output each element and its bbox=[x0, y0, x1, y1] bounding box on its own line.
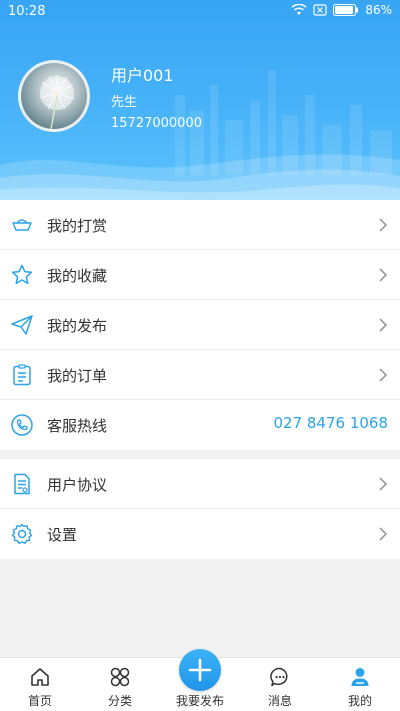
menu-item-label: 客服热线 bbox=[47, 417, 108, 435]
menu-group-secondary: 用户协议 设置 bbox=[0, 459, 400, 559]
battery-icon bbox=[333, 4, 359, 16]
status-time: 10:28 bbox=[8, 4, 46, 19]
chat-bubble-icon bbox=[270, 667, 288, 687]
grid-icon bbox=[110, 667, 130, 687]
tab-home[interactable]: 首页 bbox=[0, 658, 80, 711]
no-sim-icon bbox=[313, 4, 327, 16]
user-icon bbox=[351, 668, 369, 686]
chevron-right-icon bbox=[379, 368, 388, 382]
tab-messages[interactable]: 消息 bbox=[240, 658, 320, 711]
home-icon bbox=[31, 668, 49, 686]
tab-label: 首页 bbox=[27, 694, 52, 708]
battery-percentage: 86% bbox=[365, 3, 392, 17]
user-phone: 15727000000 bbox=[111, 116, 202, 131]
menu-item-posts[interactable]: 我的发布 bbox=[0, 300, 400, 350]
gear-icon bbox=[11, 523, 33, 544]
tab-category[interactable]: 分类 bbox=[80, 658, 160, 711]
tab-mine[interactable]: 我的 bbox=[320, 658, 400, 711]
profile-header: 10:28 86% 用户001 先生 15727000000 bbox=[0, 0, 400, 200]
menu-item-hotline[interactable]: 客服热线 027 8476 1068 bbox=[0, 400, 400, 450]
menu-item-label: 我的打赏 bbox=[47, 217, 108, 235]
menu-item-settings[interactable]: 设置 bbox=[0, 509, 400, 559]
menu-item-label: 我的发布 bbox=[47, 317, 108, 335]
chevron-right-icon bbox=[379, 477, 388, 491]
tab-label: 我的 bbox=[347, 694, 372, 708]
menu-item-agreement[interactable]: 用户协议 bbox=[0, 459, 400, 509]
menu-item-reward[interactable]: 我的打赏 bbox=[0, 200, 400, 250]
paper-plane-icon bbox=[11, 315, 33, 335]
chevron-right-icon bbox=[379, 268, 388, 282]
tab-label: 消息 bbox=[267, 694, 292, 708]
menu-item-label: 我的订单 bbox=[47, 367, 108, 385]
status-bar: 10:28 86% bbox=[0, 0, 400, 24]
chevron-right-icon bbox=[379, 218, 388, 232]
phone-icon bbox=[11, 414, 33, 436]
menu-item-label: 用户协议 bbox=[47, 476, 108, 494]
chevron-right-icon bbox=[379, 527, 388, 541]
menu-item-label: 设置 bbox=[47, 526, 78, 544]
publish-button[interactable] bbox=[179, 649, 221, 691]
tab-label: 我要发布 bbox=[175, 694, 224, 708]
star-icon bbox=[11, 264, 33, 285]
document-icon bbox=[14, 473, 30, 495]
ingot-icon bbox=[12, 219, 32, 231]
wifi-icon bbox=[291, 4, 307, 15]
avatar[interactable] bbox=[18, 60, 90, 132]
hotline-number[interactable]: 027 8476 1068 bbox=[273, 414, 388, 432]
menu-item-favorites[interactable]: 我的收藏 bbox=[0, 250, 400, 300]
menu-group-main: 我的打赏 我的收藏 我的发布 我的订单 客服热线 027 8476 1068 bbox=[0, 200, 400, 450]
menu-item-orders[interactable]: 我的订单 bbox=[0, 350, 400, 400]
user-title: 先生 bbox=[111, 95, 138, 110]
dandelion-image bbox=[39, 75, 75, 129]
user-name: 用户001 bbox=[111, 66, 174, 85]
tab-label: 分类 bbox=[107, 694, 132, 708]
menu-item-label: 我的收藏 bbox=[47, 267, 108, 285]
clipboard-list-icon bbox=[13, 364, 31, 386]
chevron-right-icon bbox=[379, 318, 388, 332]
plus-icon bbox=[188, 658, 212, 682]
